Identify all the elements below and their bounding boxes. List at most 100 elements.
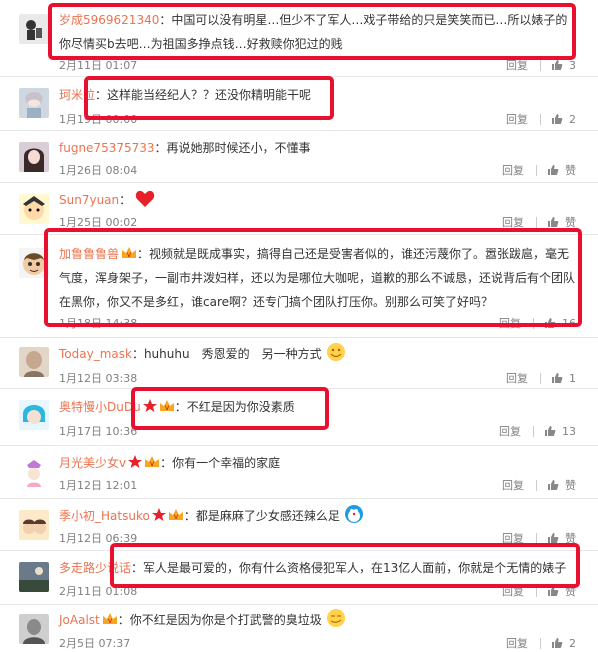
comment-body: 多走路少说话：军人是最可爱的，你有什么资格侵犯军人，在13亿人面前，你就是个无情… xyxy=(59,556,576,580)
username-link[interactable]: 多走路少说话 xyxy=(59,561,131,575)
comment-text: ：再说她那时候还小，不懂事 xyxy=(154,141,311,155)
comment-item: 多走路少说话：军人是最可爱的，你有什么资格侵犯军人，在13亿人面前，你就是个无情… xyxy=(0,550,598,605)
comment-body: JoAalst V ：你不红是因为你是个打武警的臭垃圾 xyxy=(59,608,576,632)
username-link[interactable]: 季小初_Hatsuko xyxy=(59,509,150,523)
reply-button[interactable]: 回复 xyxy=(506,111,528,127)
reply-button[interactable]: 回复 xyxy=(499,315,521,331)
red-star-badge-icon xyxy=(151,508,166,521)
red-star-badge-icon xyxy=(142,399,157,412)
username-link[interactable]: JoAalst xyxy=(59,613,100,627)
comment-item: 季小初_Hatsuko V ：都是麻麻了少女感还辣么足 1月12日 06:39 回复… xyxy=(0,498,598,551)
reply-button[interactable]: 回复 xyxy=(506,635,528,651)
comment-item: 奥特慢小DuDu V ：不红是因为你没素质 1月17日 10:36 回复 13 xyxy=(0,388,598,446)
divider xyxy=(540,637,541,649)
comment-timestamp: 1月12日 12:01 xyxy=(59,479,138,492)
like-count[interactable]: 赞 xyxy=(565,583,576,599)
reply-button[interactable]: 回复 xyxy=(506,57,528,73)
comment-timestamp: 2月5日 07:37 xyxy=(59,637,131,650)
thumbs-up-icon[interactable] xyxy=(547,216,559,228)
thumbs-up-icon[interactable] xyxy=(551,113,563,125)
thumbs-up-icon[interactable] xyxy=(547,479,559,491)
thumbs-up-icon[interactable] xyxy=(551,372,563,384)
thumbs-up-icon[interactable] xyxy=(547,164,559,176)
username-link[interactable]: 奥特慢小DuDu xyxy=(59,400,141,414)
comment-timestamp: 2月11日 01:07 xyxy=(59,59,138,72)
comment-item: 加鲁鲁鲁兽 V ：视频就是既成事实，搞得自己还是受害者似的，谁还污蔑你了。嚣张跋扈，… xyxy=(0,234,598,338)
divider xyxy=(536,479,537,491)
comment-actions: 回复 2 xyxy=(506,111,576,127)
thumbs-up-icon[interactable] xyxy=(551,637,563,649)
like-count[interactable]: 赞 xyxy=(565,530,576,546)
thumbs-up-icon[interactable] xyxy=(547,532,559,544)
like-count[interactable]: 赞 xyxy=(565,162,576,178)
thumbs-up-icon[interactable] xyxy=(547,585,559,597)
comment-text: ： xyxy=(119,193,132,207)
reply-button[interactable]: 回复 xyxy=(499,423,521,439)
username-link[interactable]: 珂米拉 xyxy=(59,88,95,102)
vip-crown-badge-icon: V xyxy=(159,400,174,412)
avatar[interactable] xyxy=(19,347,49,377)
comment-body: 奥特慢小DuDu V ：不红是因为你没素质 xyxy=(59,395,576,419)
comment-item: Today_mask：huhuhu 秀恩爱的 另一种方式 1月12日 03:38… xyxy=(0,337,598,389)
like-count[interactable]: 3 xyxy=(569,59,576,72)
avatar[interactable] xyxy=(19,400,49,430)
avatar[interactable] xyxy=(19,248,49,278)
vip-crown-badge-icon: V xyxy=(102,613,117,625)
comment-item: 月光美少女v V ：你有一个幸福的家庭 1月12日 12:01 回复 赞 xyxy=(0,445,598,499)
username-link[interactable]: 月光美少女v xyxy=(59,456,126,470)
comment-text: ：这样能当经纪人？？还没你精明能干呢 xyxy=(95,88,312,102)
username-link[interactable]: Today_mask xyxy=(59,347,132,361)
comment-body: Today_mask：huhuhu 秀恩爱的 另一种方式 xyxy=(59,342,576,366)
reply-button[interactable]: 回复 xyxy=(502,162,524,178)
comment-body: 月光美少女v V ：你有一个幸福的家庭 xyxy=(59,451,576,475)
like-count[interactable]: 赞 xyxy=(565,214,576,230)
avatar[interactable] xyxy=(19,457,49,487)
comment-actions: 回复 1 xyxy=(506,370,576,386)
comment-timestamp: 1月18日 14:38 xyxy=(59,317,138,330)
divider xyxy=(536,585,537,597)
comment-timestamp: 1月12日 03:38 xyxy=(59,372,138,385)
comment-text: ：你不红是因为你是个打武警的臭垃圾 xyxy=(117,613,322,627)
comment-text: ：你有一个幸福的家庭 xyxy=(160,456,281,470)
avatar[interactable] xyxy=(19,614,49,644)
comment-item: 岁成5969621340：中国可以没有明星…但少不了军人…戏子带给的只是笑笑而已… xyxy=(0,0,598,77)
thumbs-up-icon[interactable] xyxy=(544,425,556,437)
reply-button[interactable]: 回复 xyxy=(502,477,524,493)
reply-button[interactable]: 回复 xyxy=(502,583,524,599)
avatar[interactable] xyxy=(19,562,49,592)
divider xyxy=(533,425,534,437)
smiley-emoji-icon xyxy=(326,343,345,361)
like-count[interactable]: 2 xyxy=(569,637,576,650)
comment-actions: 回复 赞 xyxy=(502,162,576,178)
comment-actions: 回复 赞 xyxy=(502,583,576,599)
reply-button[interactable]: 回复 xyxy=(502,530,524,546)
reply-button[interactable]: 回复 xyxy=(506,370,528,386)
avatar[interactable] xyxy=(19,14,49,44)
avatar[interactable] xyxy=(19,510,49,540)
thumbs-up-icon[interactable] xyxy=(544,317,556,329)
avatar[interactable] xyxy=(19,142,49,172)
like-count[interactable]: 16 xyxy=(562,317,576,330)
vip-crown-badge-icon: V xyxy=(122,247,137,259)
avatar[interactable] xyxy=(19,88,49,118)
like-count[interactable]: 赞 xyxy=(565,477,576,493)
doraemon-emoji-icon xyxy=(344,505,363,523)
username-link[interactable]: Sun7yuan xyxy=(59,193,119,207)
divider xyxy=(540,113,541,125)
reply-button[interactable]: 回复 xyxy=(502,214,524,230)
divider xyxy=(536,216,537,228)
thumbs-up-icon[interactable] xyxy=(551,59,563,71)
comment-actions: 回复 赞 xyxy=(502,477,576,493)
like-count[interactable]: 1 xyxy=(569,372,576,385)
divider xyxy=(536,164,537,176)
like-count[interactable]: 13 xyxy=(562,425,576,438)
comment-item: JoAalst V ：你不红是因为你是个打武警的臭垃圾 2月5日 07:37 回复 … xyxy=(0,604,598,652)
vip-crown-badge-icon: V xyxy=(145,456,160,468)
username-link[interactable]: fugne75375733 xyxy=(59,141,155,155)
avatar[interactable] xyxy=(19,194,49,224)
divider xyxy=(536,532,537,544)
comment-timestamp: 1月26日 08:04 xyxy=(59,164,138,177)
like-count[interactable]: 2 xyxy=(569,113,576,126)
username-link[interactable]: 加鲁鲁鲁兽 xyxy=(59,247,119,261)
username-link[interactable]: 岁成5969621340 xyxy=(59,13,159,27)
